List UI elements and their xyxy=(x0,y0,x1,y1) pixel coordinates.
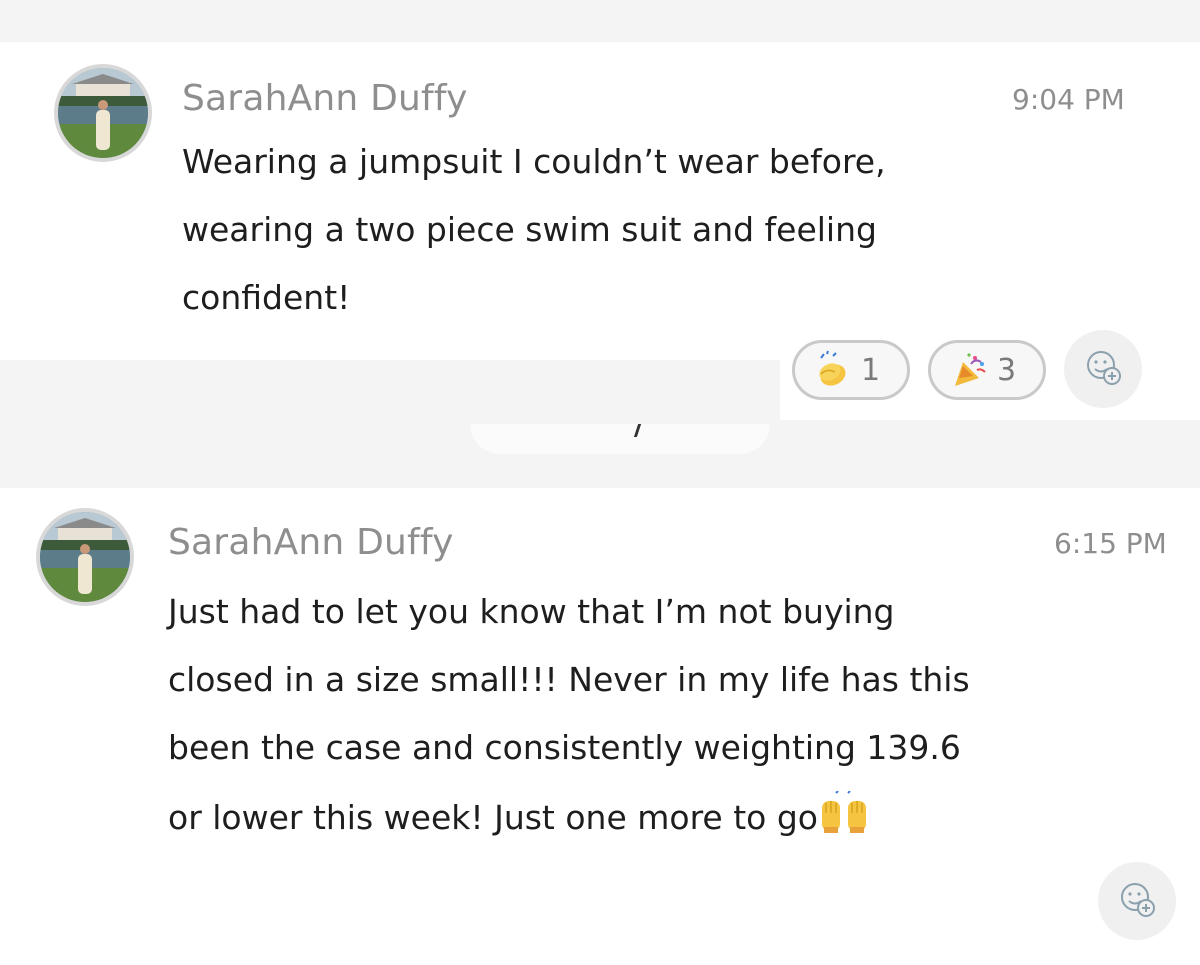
reaction-count: 1 xyxy=(861,352,881,388)
author-name[interactable]: SarahAnn Duffy xyxy=(168,522,454,563)
message-text: or lower this week! Just one more to go xyxy=(168,798,818,837)
avatar[interactable] xyxy=(36,508,134,606)
reaction-pill-clap[interactable]: 1 xyxy=(792,340,910,400)
party-popper-icon xyxy=(947,348,991,392)
add-reaction-icon xyxy=(1083,347,1123,391)
message-text-line: Just had to let you know that I’m not bu… xyxy=(168,592,895,631)
add-reaction-button[interactable] xyxy=(1064,330,1142,408)
scroll-divider xyxy=(470,424,770,454)
message-text-line: Wearing a jumpsuit I couldn’t wear befor… xyxy=(182,142,886,181)
message-text-line: closed in a size small!!! Never in my li… xyxy=(168,660,970,699)
reaction-count: 3 xyxy=(997,352,1017,388)
add-reaction-icon xyxy=(1117,879,1157,923)
add-reaction-button[interactable] xyxy=(1098,862,1176,940)
chat-screen: SarahAnn Duffy 9:04 PM Wearing a jumpsui… xyxy=(0,0,1200,965)
message-timestamp: 6:15 PM xyxy=(1054,527,1167,560)
raising-hands-icon xyxy=(820,790,868,858)
author-name[interactable]: SarahAnn Duffy xyxy=(182,78,468,119)
clapping-hands-icon xyxy=(811,348,855,392)
reaction-pill-party[interactable]: 3 xyxy=(928,340,1046,400)
message-text-line: been the case and consistently weighting… xyxy=(168,728,961,767)
avatar[interactable] xyxy=(54,64,152,162)
message-text-line: wearing a two piece swim suit and feelin… xyxy=(182,210,877,249)
message-text-line: or lower this week! Just one more to go xyxy=(168,784,868,858)
message-text-line: confident! xyxy=(182,278,351,317)
message-timestamp: 9:04 PM xyxy=(1012,83,1125,116)
